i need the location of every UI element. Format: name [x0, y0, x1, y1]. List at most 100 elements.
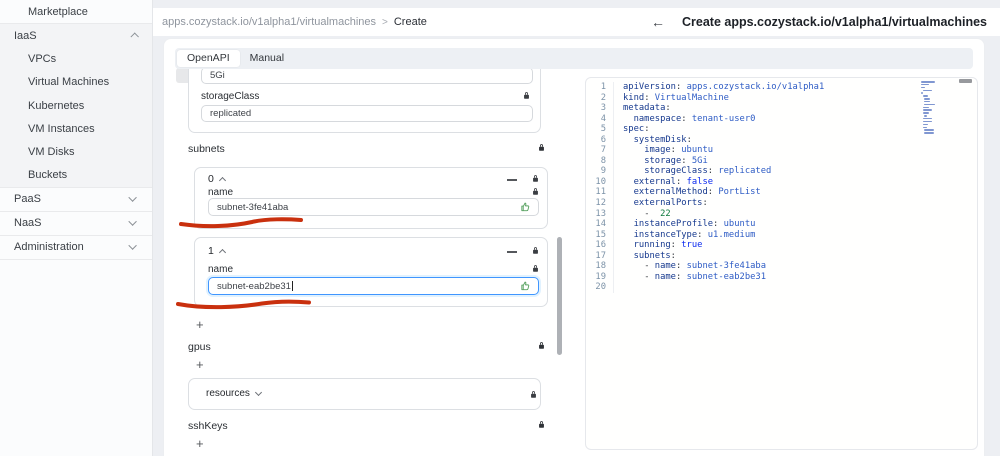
- subnet-name-value: subnet-eab2be31: [217, 280, 291, 292]
- line-number: 17: [595, 250, 606, 261]
- minimap-line: [924, 100, 931, 103]
- collapse-chevron-icon: [218, 248, 226, 257]
- code-line: 17 subnets:: [586, 250, 977, 262]
- sidebar-group-top: Marketplace: [0, 0, 152, 25]
- storageclass-label: storageClass: [201, 91, 260, 102]
- sidebar-item-label: Buckets: [28, 169, 68, 182]
- code-line: 12 externalPorts:: [586, 198, 977, 209]
- name-label: name: [208, 187, 234, 198]
- sidebar-item-administration[interactable]: Administration: [0, 236, 152, 260]
- lock-icon: [539, 342, 544, 349]
- toolbar: apps.cozystack.io/v1alpha1/virtualmachin…: [153, 8, 1000, 36]
- minimap-line: [922, 89, 932, 92]
- sidebar-item-marketplace[interactable]: Marketplace: [0, 0, 152, 23]
- code-line: 2 kind: VirtualMachine: [586, 92, 977, 104]
- line-content: namespace: tenant-user0: [613, 113, 755, 125]
- remove-item-icon[interactable]: [507, 179, 517, 181]
- minimap-line: [924, 103, 935, 106]
- form-scrollbar[interactable]: [557, 237, 562, 355]
- sidebar-item-label: VM Instances: [28, 122, 95, 135]
- storage-value: 5Gi: [210, 70, 225, 81]
- sshkeys-label: sshKeys: [188, 420, 228, 432]
- line-content: - name: subnet-3fe41aba: [613, 261, 766, 272]
- line-number: 12: [595, 198, 606, 209]
- add-subnet-button[interactable]: +: [196, 318, 204, 331]
- sidebar-item-kubernetes[interactable]: Kubernetes: [0, 94, 152, 117]
- subnet-name-input-1[interactable]: subnet-eab2be31: [208, 277, 539, 295]
- line-number: 6: [600, 134, 606, 145]
- form-panel: 5Gi storageClass replicated subnets 0 na…: [175, 68, 567, 456]
- line-content: - 22: [613, 208, 671, 220]
- minimap-line: [921, 83, 929, 86]
- lock-icon: [533, 188, 538, 195]
- sidebar-item-paas[interactable]: PaaS: [0, 188, 152, 212]
- sidebar-item-vm-instances[interactable]: VM Instances: [0, 117, 152, 140]
- sidebar-item-iaas[interactable]: IaaS: [0, 24, 152, 48]
- sidebar-item-label: VM Disks: [28, 146, 75, 159]
- gpus-label: gpus: [188, 341, 211, 353]
- code-line: 8 storage: 5Gi: [586, 155, 977, 167]
- line-content: subnets:: [613, 250, 676, 262]
- code-line: 4 namespace: tenant-user0: [586, 113, 977, 125]
- line-content: systemDisk:: [613, 134, 692, 146]
- add-sshkey-button[interactable]: +: [196, 437, 204, 450]
- subnet-name-input-0[interactable]: subnet-3fe41aba: [208, 198, 539, 216]
- lock-icon: [524, 92, 529, 99]
- line-number: 4: [600, 113, 606, 124]
- resources-header[interactable]: resources: [206, 388, 262, 399]
- line-number: 9: [600, 166, 606, 177]
- sidebar-item-naas[interactable]: NaaS: [0, 212, 152, 236]
- line-content: running: true: [613, 240, 702, 251]
- collapse-chevron-icon: [218, 176, 226, 185]
- lock-icon: [533, 175, 538, 182]
- remove-item-icon[interactable]: [507, 251, 517, 253]
- breadcrumb-path[interactable]: apps.cozystack.io/v1alpha1/virtualmachin…: [162, 16, 376, 28]
- sidebar: Marketplace IaaS VPCs Virtual Machines K…: [0, 0, 153, 456]
- code-line: 9 storageClass: replicated: [586, 166, 977, 177]
- tab-manual[interactable]: Manual: [240, 50, 294, 67]
- subnet-item-card-0: 0 name subnet-3fe41aba: [194, 167, 548, 229]
- sidebar-item-vm-disks[interactable]: VM Disks: [0, 140, 152, 163]
- line-content: spec:: [613, 124, 649, 135]
- line-number: 19: [595, 271, 606, 282]
- sidebar-item-virtual-machines[interactable]: Virtual Machines: [0, 71, 152, 94]
- lock-icon: [533, 247, 538, 254]
- sidebar-item-buckets[interactable]: Buckets: [0, 164, 152, 187]
- subnet-name-value: subnet-3fe41aba: [217, 201, 289, 213]
- tab-openapi[interactable]: OpenAPI: [177, 50, 240, 67]
- storageclass-input[interactable]: replicated: [201, 105, 533, 122]
- sidebar-item-vpcs[interactable]: VPCs: [0, 48, 152, 71]
- subnet-item-header-1[interactable]: 1: [208, 245, 226, 257]
- breadcrumb-separator: >: [382, 16, 388, 28]
- subnet-item-index: 0: [208, 173, 214, 185]
- code-lines: 1 apiVersion: apps.cozystack.io/v1alpha1…: [586, 82, 977, 293]
- line-content: kind: VirtualMachine: [613, 92, 729, 104]
- line-number: 8: [600, 155, 606, 166]
- line-number: 11: [595, 187, 606, 198]
- line-content: instanceType: u1.medium: [613, 229, 755, 241]
- line-content: instanceProfile: ubuntu: [613, 219, 755, 230]
- minimap-line: [922, 117, 932, 120]
- subnet-item-index: 1: [208, 245, 214, 257]
- thumbs-up-icon[interactable]: [520, 202, 531, 213]
- code-line: 11 externalMethod: PortList: [586, 187, 977, 199]
- resources-card[interactable]: resources: [188, 378, 541, 410]
- sidebar-item-label: IaaS: [14, 29, 37, 42]
- back-arrow-icon[interactable]: ←: [651, 15, 665, 29]
- minimap-line: [922, 109, 933, 111]
- editor-minimap[interactable]: [921, 81, 971, 138]
- page-title-wrap: ← Create apps.cozystack.io/v1alpha1/virt…: [651, 15, 1000, 29]
- minimap-scroll-indicator[interactable]: [959, 79, 972, 83]
- sidebar-item-label: VPCs: [28, 53, 57, 66]
- add-gpu-button[interactable]: +: [196, 358, 204, 371]
- expand-chevron-icon: [254, 388, 262, 397]
- line-content: apiVersion: apps.cozystack.io/v1alpha1: [613, 82, 824, 93]
- breadcrumb: apps.cozystack.io/v1alpha1/virtualmachin…: [153, 16, 427, 28]
- minimap-line: [921, 92, 924, 94]
- storage-input[interactable]: 5Gi: [201, 68, 533, 84]
- chevron-down-icon: [128, 217, 137, 227]
- subnet-item-header-0[interactable]: 0: [208, 173, 226, 185]
- yaml-editor[interactable]: 1 apiVersion: apps.cozystack.io/v1alpha1…: [585, 77, 978, 450]
- thumbs-up-icon[interactable]: [520, 281, 531, 292]
- lock-icon: [531, 391, 536, 398]
